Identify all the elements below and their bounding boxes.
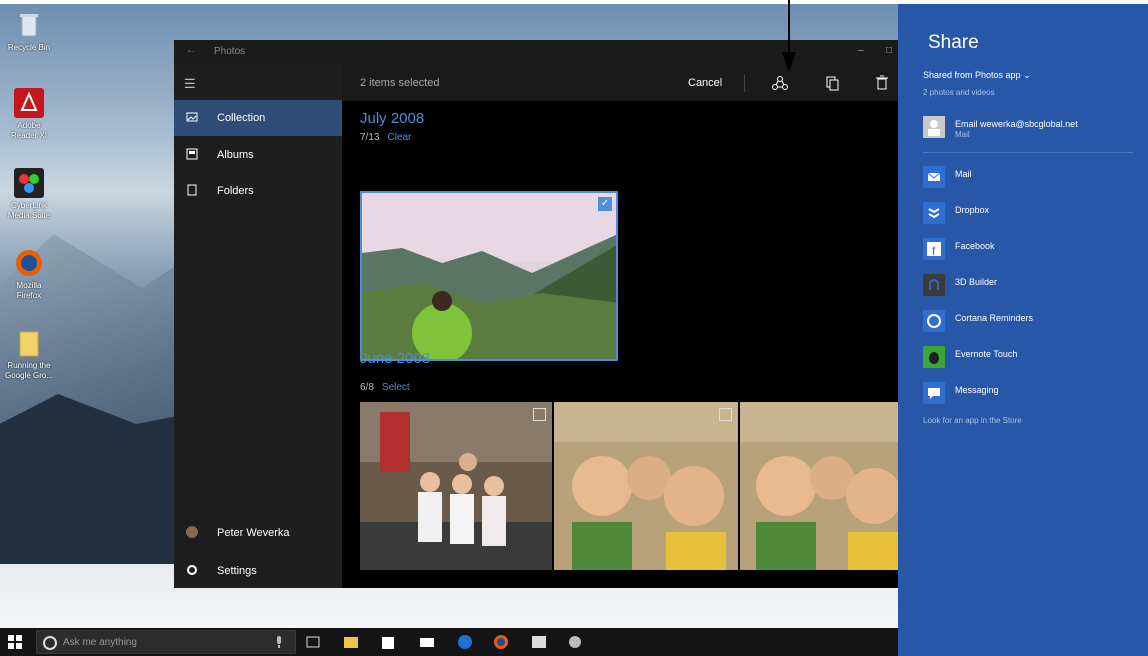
photo-mountain-valley — [362, 193, 616, 359]
folder-icon — [187, 184, 197, 196]
nav-item-collection[interactable]: Collection — [174, 100, 342, 136]
recycle-bin-icon — [14, 10, 44, 40]
store-icon[interactable] — [379, 633, 397, 651]
trash-icon[interactable] — [872, 73, 892, 93]
desktop-icon-cyberlink[interactable]: CyberLink Media Suite — [4, 168, 54, 221]
window-title: Photos — [214, 46, 246, 57]
select-link[interactable]: Select — [382, 382, 410, 393]
app-icon[interactable] — [566, 633, 584, 651]
firefox-icon[interactable] — [492, 633, 510, 651]
firefox-icon — [14, 248, 44, 278]
share-title: Share — [928, 32, 979, 53]
folder-icon — [14, 328, 44, 358]
photos-icon[interactable] — [530, 633, 548, 651]
gear-icon — [187, 565, 197, 575]
share-app-evernote[interactable]: Evernote Touch — [923, 346, 1143, 372]
copy-icon[interactable] — [822, 73, 842, 93]
cortana-icon — [923, 310, 945, 332]
selection-count: 2 items selected — [360, 77, 440, 89]
shared-from-dropdown[interactable]: Shared from Photos app ⌄ — [923, 70, 1031, 81]
share-app-3d-builder[interactable]: 3D Builder — [923, 274, 1143, 300]
chevron-down-icon: ⌄ — [1023, 70, 1031, 80]
group-header-june-2008: June 2008 — [360, 350, 431, 367]
checkbox-unchecked[interactable] — [719, 408, 732, 421]
photo-thumbnail[interactable] — [554, 402, 738, 570]
user-profile[interactable]: Peter Weverka — [174, 515, 342, 551]
checkbox-unchecked[interactable] — [533, 408, 546, 421]
share-pane: Share Shared from Photos app ⌄ 2 photos … — [898, 4, 1148, 656]
nav-pane: ☰ Collection Albums Folders Peter Weverk… — [174, 64, 342, 588]
photo-thumbnail[interactable] — [360, 402, 552, 570]
back-arrow-icon[interactable]: ← — [186, 45, 196, 56]
command-bar: 2 items selected Cancel — [342, 64, 898, 101]
clear-link[interactable]: Clear — [387, 132, 411, 143]
share-app-messaging[interactable]: Messaging — [923, 382, 1143, 408]
divider — [744, 74, 745, 92]
cancel-button[interactable]: Cancel — [688, 77, 722, 89]
group-date-line: 7/13 Clear — [360, 132, 412, 143]
minimize-icon[interactable]: – — [858, 45, 864, 56]
share-contact-email[interactable]: Email wewerka@sbcglobal.net Mail — [923, 116, 1143, 142]
share-app-dropbox[interactable]: Dropbox — [923, 202, 1143, 228]
photos-app-window: ← Photos – □ ☰ Collection Albums Folders… — [174, 40, 898, 588]
desktop-icon-firefox[interactable]: Mozilla Firefox — [4, 248, 54, 301]
facebook-icon: f — [923, 238, 945, 260]
share-app-mail[interactable]: Mail — [923, 166, 1143, 192]
search-placeholder: Ask me anything — [63, 637, 137, 648]
desktop-icon-folder[interactable]: Running the Google Gro... — [4, 328, 54, 381]
task-view-icon[interactable] — [304, 633, 322, 651]
selected-photo[interactable]: ✓ — [360, 191, 618, 361]
hamburger-menu-icon[interactable]: ☰ — [184, 76, 196, 92]
nav-item-settings[interactable]: Settings — [174, 553, 342, 589]
group-date-line: 6/8 Select — [360, 382, 410, 393]
person-icon — [923, 116, 945, 138]
share-app-facebook[interactable]: f Facebook — [923, 238, 1143, 264]
photo-thumbnail[interactable] — [740, 402, 898, 570]
adobe-reader-icon — [14, 88, 44, 118]
messaging-icon — [923, 382, 945, 404]
nav-item-folders[interactable]: Folders — [174, 173, 342, 209]
microphone-icon[interactable] — [275, 636, 283, 648]
photo-children-portrait — [554, 402, 738, 570]
collection-content: 2 items selected Cancel July 2008 7/13 Cl… — [342, 64, 898, 588]
mail-icon[interactable] — [418, 633, 436, 651]
photo-children-stairs — [360, 402, 552, 570]
search-box[interactable]: Ask me anything — [36, 630, 296, 654]
album-icon — [186, 148, 198, 160]
desktop-icon-recycle-bin[interactable]: Recycle Bin — [4, 10, 54, 53]
taskbar: Ask me anything — [0, 628, 898, 656]
dropbox-icon — [923, 202, 945, 224]
share-app-cortana[interactable]: Cortana Reminders — [923, 310, 1143, 336]
evernote-icon — [923, 346, 945, 368]
3d-builder-icon — [923, 274, 945, 296]
photo-children-portrait — [740, 402, 898, 570]
avatar — [186, 526, 198, 538]
image-icon — [186, 112, 198, 122]
share-subtitle: 2 photos and videos — [923, 88, 995, 97]
cyberlink-icon — [14, 168, 44, 198]
annotation-arrow — [782, 0, 796, 72]
mail-icon — [923, 166, 945, 188]
divider — [923, 152, 1133, 153]
desktop-icon-adobe[interactable]: Adobe Reader XI — [4, 88, 54, 141]
checkbox-checked[interactable]: ✓ — [598, 197, 612, 211]
store-link[interactable]: Look for an app in the Store — [923, 416, 1022, 425]
maximize-icon[interactable]: □ — [886, 45, 892, 56]
windows-start-icon[interactable] — [8, 635, 22, 649]
group-header-july-2008: July 2008 — [360, 110, 425, 127]
cortana-icon — [43, 636, 57, 650]
file-explorer-icon[interactable] — [342, 633, 360, 651]
share-icon[interactable] — [770, 73, 790, 93]
edge-icon[interactable] — [456, 633, 474, 651]
nav-item-albums[interactable]: Albums — [174, 137, 342, 173]
